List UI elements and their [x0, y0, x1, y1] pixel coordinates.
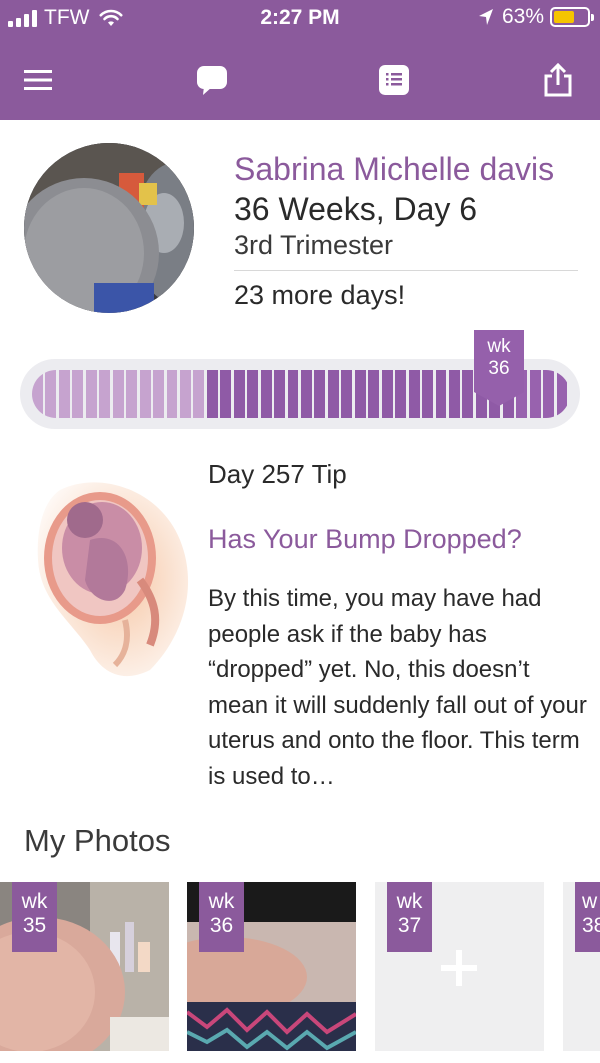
nav-bar — [0, 40, 600, 120]
progress-week-segment — [247, 370, 259, 418]
photo-week-number: 38 — [582, 914, 600, 937]
photo-week-label: wk — [21, 890, 48, 913]
progress-week-segment — [112, 370, 124, 418]
location-arrow-icon — [478, 9, 493, 25]
photo-card-week-37[interactable]: wk 37 — [375, 882, 544, 1051]
progress-week-segment — [206, 370, 218, 418]
photo-week-badge: w 38 — [575, 882, 600, 952]
progress-week-segment — [327, 370, 339, 418]
progress-week-segment — [85, 370, 97, 418]
menu-button[interactable] — [18, 60, 58, 100]
progress-week-segment — [233, 370, 245, 418]
progress-week-segment — [354, 370, 366, 418]
progress-week-segment — [99, 370, 111, 418]
photo-card-week-38[interactable]: w 38 — [563, 882, 600, 1051]
chat-icon — [197, 66, 227, 95]
pregnancy-illustration[interactable] — [30, 470, 195, 685]
progress-week-segment — [529, 370, 541, 418]
progress-week-segment — [45, 370, 57, 418]
progress-week-segment — [260, 370, 272, 418]
current-week-marker-number: 36 — [488, 358, 510, 379]
progress-week-segment — [193, 370, 205, 418]
progress-week-segment — [32, 370, 43, 418]
progress-week-segment — [422, 370, 433, 418]
progress-week-segment — [58, 370, 70, 418]
progress-week-segment — [462, 370, 474, 418]
photo-week-number: 36 — [209, 914, 234, 937]
progress-week-segment — [435, 370, 447, 418]
photo-week-label: wk — [396, 890, 423, 913]
notes-icon — [379, 65, 409, 95]
photos-heading: My Photos — [24, 823, 171, 858]
current-week-marker: wk 36 — [474, 336, 524, 380]
days-remaining: 23 more days! — [234, 280, 406, 310]
progress-week-segment — [543, 370, 555, 418]
tip-body[interactable]: By this time, you may have had people as… — [208, 581, 588, 795]
status-bar: TFW 2:27 PM 63% — [0, 0, 600, 40]
progress-week-segment — [408, 370, 420, 418]
progress-week-segment — [314, 370, 326, 418]
photo-week-badge: wk 37 — [387, 882, 432, 952]
photo-card-week-35[interactable]: wk 35 — [0, 882, 169, 1051]
tip-day-label: Day 257 Tip — [208, 459, 347, 489]
notes-button[interactable] — [374, 60, 414, 100]
progress-week-segment — [179, 370, 191, 418]
photo-week-badge: wk 36 — [199, 882, 244, 952]
progress-week-segment — [341, 370, 353, 418]
battery-fill — [554, 11, 574, 23]
battery-percent: 63% — [501, 5, 544, 28]
photo-week-number: 35 — [22, 914, 47, 937]
divider — [234, 270, 578, 271]
photo-week-label: w — [582, 890, 598, 913]
photo-week-label: wk — [208, 890, 235, 913]
avatar[interactable] — [24, 143, 194, 313]
profile-name: Sabrina Michelle davis — [234, 151, 555, 187]
progress-week-segment — [139, 370, 151, 418]
progress-week-segment — [220, 370, 232, 418]
menu-icon — [24, 70, 52, 90]
progress-week-segment — [166, 370, 178, 418]
progress-week-segment — [153, 370, 164, 418]
progress-week-segment — [368, 370, 380, 418]
progress-week-segment — [287, 370, 299, 418]
share-icon — [544, 62, 572, 97]
progress-week-segment — [126, 370, 138, 418]
tip-title[interactable]: Has Your Bump Dropped? — [208, 524, 522, 555]
progress-week-segment — [381, 370, 393, 418]
photo-week-badge: wk 35 — [12, 882, 57, 952]
progress-week-segment — [72, 370, 84, 418]
progress-week-segment — [301, 370, 312, 418]
share-button[interactable] — [538, 60, 578, 100]
pregnancy-weeks: 36 Weeks, Day 6 — [234, 191, 478, 227]
trimester-label: 3rd Trimester — [234, 230, 394, 260]
add-photo-icon[interactable] — [441, 950, 477, 986]
progress-week-segment — [274, 370, 286, 418]
progress-week-segment — [556, 370, 568, 418]
photo-week-number: 37 — [397, 914, 422, 937]
progress-week-segment — [395, 370, 407, 418]
battery-icon — [550, 7, 594, 27]
progress-week-segment — [448, 370, 460, 418]
photo-card-week-36[interactable]: wk 36 — [187, 882, 356, 1051]
current-week-marker-label: wk — [487, 336, 511, 357]
chat-button[interactable] — [192, 60, 232, 100]
